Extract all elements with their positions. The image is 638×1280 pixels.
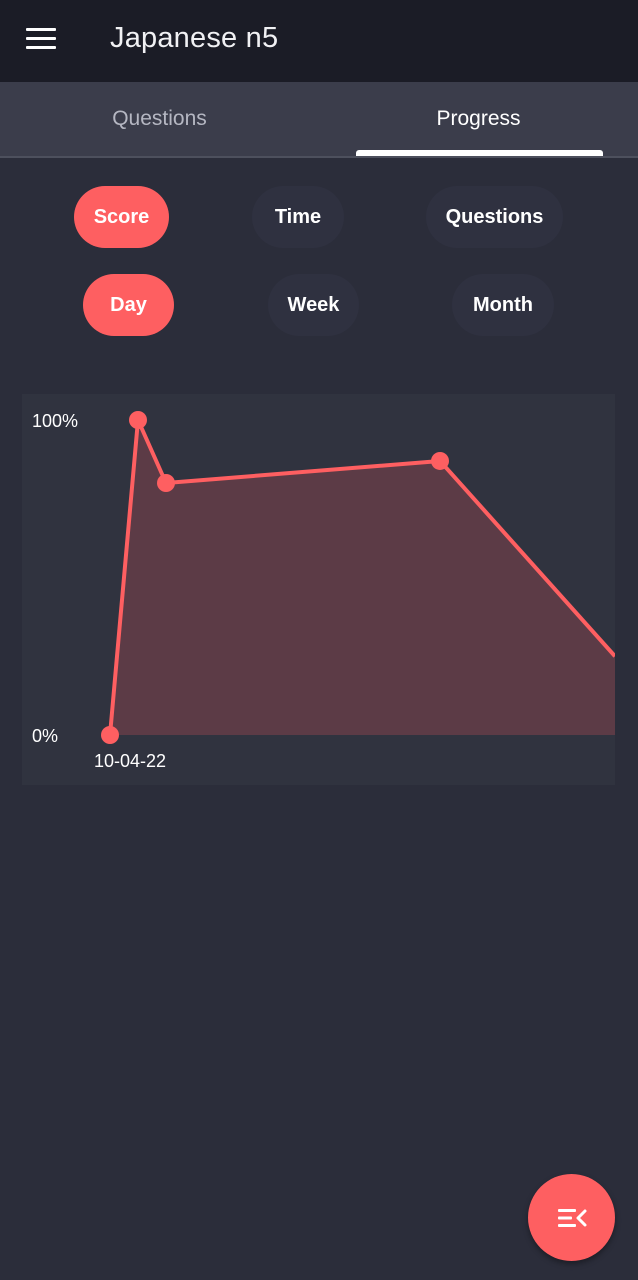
filter-questions-button[interactable]: Questions (426, 186, 563, 248)
y-tick-label-max: 100% (32, 411, 79, 431)
tab-progress[interactable]: Progress (319, 82, 638, 156)
x-tick-label: 10-04-22 (94, 751, 167, 771)
score-chart: 100% 0% 10-04-22 (22, 394, 617, 785)
tab-bar: Questions Progress (0, 82, 638, 158)
score-point[interactable] (129, 411, 147, 429)
tab-questions[interactable]: Questions (0, 82, 319, 156)
menu-icon[interactable] (26, 28, 56, 52)
score-chart-plot (101, 411, 617, 744)
sort-collapse-icon (557, 1208, 586, 1227)
page-title: Japanese n5 (110, 22, 279, 54)
sort-collapse-button[interactable] (528, 1174, 615, 1261)
filter-score-button[interactable]: Score (74, 186, 169, 248)
tab-indicator (356, 150, 603, 156)
period-month-button[interactable]: Month (452, 274, 554, 336)
y-tick-label-min: 0% (32, 726, 59, 746)
filter-time-button[interactable]: Time (252, 186, 344, 248)
period-day-button[interactable]: Day (83, 274, 174, 336)
score-point[interactable] (157, 474, 175, 492)
period-week-button[interactable]: Week (268, 274, 359, 336)
score-point[interactable] (101, 726, 119, 744)
score-point[interactable] (431, 451, 449, 470)
app-bar: Japanese n5 (0, 0, 638, 82)
